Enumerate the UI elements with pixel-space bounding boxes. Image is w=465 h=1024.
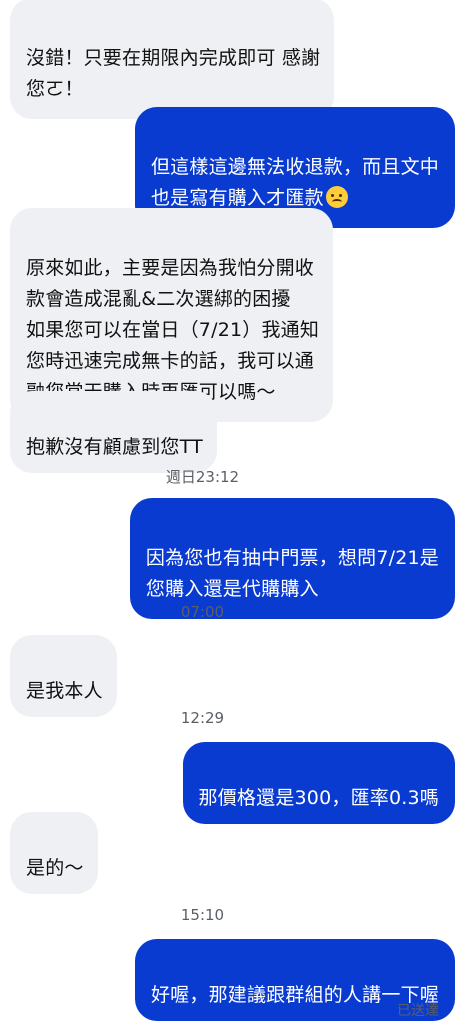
timestamp: 12:29 bbox=[180, 709, 225, 727]
message-text: 好喔，那建議跟群組的人講一下喔 bbox=[150, 984, 439, 1006]
emoji-hot-face-icon bbox=[325, 186, 348, 208]
message-text: 但這樣這邊無法收退款，而且文中 也是寫有購入才匯款 bbox=[150, 156, 439, 209]
message-text: 原來如此，主要是因為我怕分開收 款會造成混亂&二次選綁的困擾 如果您可以在當日（… bbox=[26, 257, 320, 403]
message-text: 因為您也有抽中門票，想問7/21是 您購入還是代購購入 bbox=[145, 547, 439, 600]
message-incoming[interactable]: 是的～ bbox=[10, 812, 98, 894]
message-incoming[interactable]: 是我本人 bbox=[10, 635, 117, 717]
message-text: 沒錯！只要在期限內完成即可 感謝 您ㄛ！ bbox=[26, 47, 321, 100]
chat-thread: 沒錯！只要在期限內完成即可 感謝 您ㄛ！ 但這樣這邊無法收退款，而且文中 也是寫… bbox=[0, 0, 465, 1024]
message-outgoing[interactable]: 那價格還是300，匯率0.3嗎 bbox=[182, 742, 455, 824]
message-text: 那價格還是300，匯率0.3嗎 bbox=[198, 787, 439, 809]
message-incoming[interactable]: 原來如此，主要是因為我怕分開收 款會造成混亂&二次選綁的困擾 如果您可以在當日（… bbox=[10, 208, 334, 422]
timestamp: 15:10 bbox=[180, 906, 225, 924]
message-outgoing[interactable]: 因為您也有抽中門票，想問7/21是 您購入還是代購購入 bbox=[129, 498, 455, 619]
timestamp: 07:00 bbox=[180, 603, 225, 621]
message-incoming[interactable]: 沒錯！只要在期限內完成即可 感謝 您ㄛ！ bbox=[10, 0, 335, 119]
message-text: 是的～ bbox=[26, 857, 84, 879]
message-text: 抱歉沒有顧慮到您TT bbox=[26, 436, 203, 458]
timestamp: 週日23:12 bbox=[165, 468, 240, 486]
delivery-status: 已送達 bbox=[397, 1003, 439, 1019]
message-text: 是我本人 bbox=[26, 680, 103, 702]
message-incoming[interactable]: 抱歉沒有顧慮到您TT bbox=[10, 391, 217, 473]
